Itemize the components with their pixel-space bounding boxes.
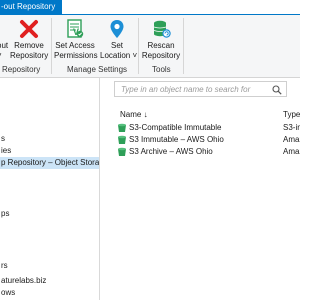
row-name: S3 Immutable – AWS Ohio (129, 135, 224, 144)
group-separator (138, 18, 139, 74)
bucket-icon (118, 147, 126, 156)
group-label-manage-settings: Manage Settings (67, 65, 128, 74)
context-tab[interactable]: -out Repository (0, 0, 62, 14)
bucket-icon (118, 135, 126, 144)
permissions-document-icon: V (67, 19, 84, 38)
search-box (114, 81, 287, 97)
group-label-tools: Tools (152, 65, 171, 74)
title-tab-strip: -out Repository (0, 0, 300, 14)
repository-list: S3-Compatible Immutable S3-in S3 Immutab… (117, 122, 300, 158)
row-name: S3 Archive – AWS Ohio (129, 147, 213, 156)
tree-item[interactable]: ies (0, 145, 11, 157)
app-window: -out Repository out ˅ Remove Repository … (0, 0, 300, 300)
table-row[interactable]: S3 Archive – AWS Ohio Amaz (117, 146, 300, 158)
rescan-repository-button[interactable]: Rescan Repository (141, 18, 181, 61)
rescan-label-1: Rescan (147, 41, 175, 50)
remove-repository-button[interactable]: Remove Repository (10, 18, 48, 61)
set-access-label-2: Permissions (54, 51, 98, 60)
remove-x-icon (20, 20, 38, 38)
column-header-name[interactable]: Name ↓ (120, 108, 148, 122)
remove-label-2: Repository (10, 51, 49, 60)
location-pin-icon (110, 20, 124, 38)
table-row[interactable]: S3 Immutable – AWS Ohio Amaz (117, 134, 300, 146)
set-location-label-1: Set (110, 41, 123, 50)
navigation-tree: s ies p Repository – Object Storage ps r… (0, 78, 100, 300)
tree-item[interactable]: rs (0, 260, 8, 272)
tree-item[interactable]: aturelabs.biz (0, 275, 46, 287)
search-input[interactable] (121, 84, 269, 95)
remove-label-1: Remove (14, 41, 44, 50)
group-separator (51, 18, 52, 74)
search-icon[interactable] (272, 85, 282, 95)
column-header-type[interactable]: Type (283, 108, 300, 122)
ribbon: out ˅ Remove Repository V Set Access Per… (0, 14, 300, 78)
row-name: S3-Compatible Immutable (129, 123, 222, 132)
set-access-permissions-button[interactable]: V Set Access Permissions (54, 18, 98, 61)
tree-item-object-storage-selected[interactable]: p Repository – Object Storage (0, 157, 99, 169)
tree-item[interactable]: ows (0, 287, 15, 299)
rescan-database-icon (153, 20, 171, 38)
rescan-label-2: Repository (141, 51, 181, 60)
tree-item[interactable]: s (0, 133, 5, 145)
set-location-button[interactable]: Set Location ˅ (100, 18, 138, 61)
table-row[interactable]: S3-Compatible Immutable S3-in (117, 122, 300, 134)
content-pane: Name ↓ Type S3-Compatible Immutable S3-i… (101, 78, 300, 300)
row-type: Amaz (283, 135, 300, 144)
bucket-icon (118, 123, 126, 132)
group-label-repository: Repository (2, 65, 41, 74)
row-type: Amaz (283, 147, 300, 156)
row-type: S3-in (283, 123, 300, 132)
group-separator (183, 18, 184, 74)
set-location-label-2: Location ˅ (100, 51, 138, 60)
set-access-label-1: Set Access (55, 41, 95, 50)
tree-item[interactable]: ps (0, 208, 9, 220)
